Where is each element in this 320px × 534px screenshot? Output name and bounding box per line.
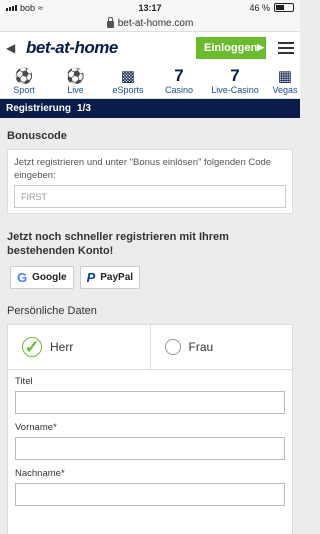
address-bar[interactable]: bet-at-home.com xyxy=(0,15,300,32)
google-icon: G xyxy=(17,270,28,285)
site-header: ◀ bet-at-home Einloggen ▶ xyxy=(0,32,300,63)
bonus-box: Jetzt registrieren und unter "Bonus einl… xyxy=(7,149,293,214)
clock: 13:17 xyxy=(138,2,162,13)
title-label: Titel xyxy=(15,376,33,387)
back-chevron-icon[interactable]: ◀ xyxy=(6,41,18,55)
carrier-name: bob xyxy=(20,2,36,13)
bonus-code-input[interactable]: FIRST xyxy=(14,185,286,208)
nav-item-live-casino[interactable]: 7 Live-Casino xyxy=(205,63,265,98)
battery-icon xyxy=(274,3,294,12)
page-title: Registrierung xyxy=(6,103,72,114)
chevron-right-icon: ▶ xyxy=(257,42,265,52)
brand-logo[interactable]: bet-at-home xyxy=(26,38,196,58)
paypal-icon: P xyxy=(86,270,96,285)
social-buttons: G Google P PayPal xyxy=(0,258,300,289)
google-button[interactable]: G Google xyxy=(10,266,74,289)
lock-icon xyxy=(106,16,114,28)
bonus-description: Jetzt registrieren und unter "Bonus einl… xyxy=(14,157,272,181)
battery-percent: 46 % xyxy=(249,2,270,13)
lastname-field: Nachname* xyxy=(8,460,292,506)
nav-item-vegas[interactable]: ▦ Vegas xyxy=(265,63,300,98)
category-nav: ⚽ Sport ⚽ Live ▩ eSports 7 Casino 7 Live… xyxy=(0,63,300,99)
nav-item-sport[interactable]: ⚽ Sport xyxy=(0,63,48,98)
hamburger-menu-icon[interactable] xyxy=(278,41,294,54)
gamepad-icon: ▩ xyxy=(120,67,136,85)
bonus-heading: Bonuscode xyxy=(7,130,67,142)
step-indicator: 1/3 xyxy=(77,103,91,114)
radio-icon xyxy=(164,339,181,355)
live-ball-icon: ⚽ xyxy=(66,67,85,85)
live-seven-icon: 7 xyxy=(230,65,240,85)
title-field: Titel xyxy=(8,370,292,414)
seven-icon: 7 xyxy=(174,65,184,85)
gender-option-male[interactable]: ✓ Herr xyxy=(8,325,150,369)
nav-item-label: Vegas xyxy=(272,84,298,95)
gender-female-label: Frau xyxy=(188,340,214,354)
gender-selector: ✓ Herr Frau xyxy=(8,325,292,370)
lastname-input[interactable] xyxy=(15,483,285,506)
paypal-label: PayPal xyxy=(100,272,134,283)
soccer-ball-icon: ⚽ xyxy=(14,67,34,85)
nav-item-live[interactable]: ⚽ Live xyxy=(48,63,103,98)
firstname-input[interactable] xyxy=(15,437,285,460)
page-title-bar: Registrierung 1/3 xyxy=(0,99,300,118)
firstname-label: Vorname* xyxy=(15,422,57,433)
gender-option-female[interactable]: Frau xyxy=(149,325,293,369)
nav-item-label: Live-Casino xyxy=(211,84,259,95)
signal-icon xyxy=(6,4,17,11)
login-button[interactable]: Einloggen ▶ xyxy=(196,36,266,59)
login-label: Einloggen xyxy=(204,41,258,54)
lastname-label: Nachname* xyxy=(15,468,65,479)
personal-box: ✓ Herr Frau Titel Vorname* Nachname* xyxy=(7,324,293,534)
wifi-icon: ≈ xyxy=(38,2,43,13)
nav-item-label: Casino xyxy=(164,84,193,95)
firstname-field: Vorname* xyxy=(8,414,292,460)
personal-heading: Persönliche Daten xyxy=(7,305,97,317)
slot-machine-icon: ▦ xyxy=(277,67,293,85)
social-heading: Jetzt noch schneller registrieren mit Ih… xyxy=(7,231,229,257)
paypal-button[interactable]: P PayPal xyxy=(79,266,141,289)
google-label: Google xyxy=(32,272,67,283)
check-icon: ✓ xyxy=(22,337,42,357)
url-text: bet-at-home.com xyxy=(117,17,194,29)
nav-item-label: eSports xyxy=(112,84,144,95)
status-bar: bob ≈ 13:17 46 % xyxy=(0,0,300,15)
nav-item-label: Sport xyxy=(13,84,35,95)
nav-item-label: Live xyxy=(67,84,84,95)
gender-male-label: Herr xyxy=(50,340,74,354)
title-input[interactable] xyxy=(15,391,285,414)
nav-item-casino[interactable]: 7 Casino xyxy=(153,63,205,98)
nav-item-esports[interactable]: ▩ eSports xyxy=(103,63,153,98)
